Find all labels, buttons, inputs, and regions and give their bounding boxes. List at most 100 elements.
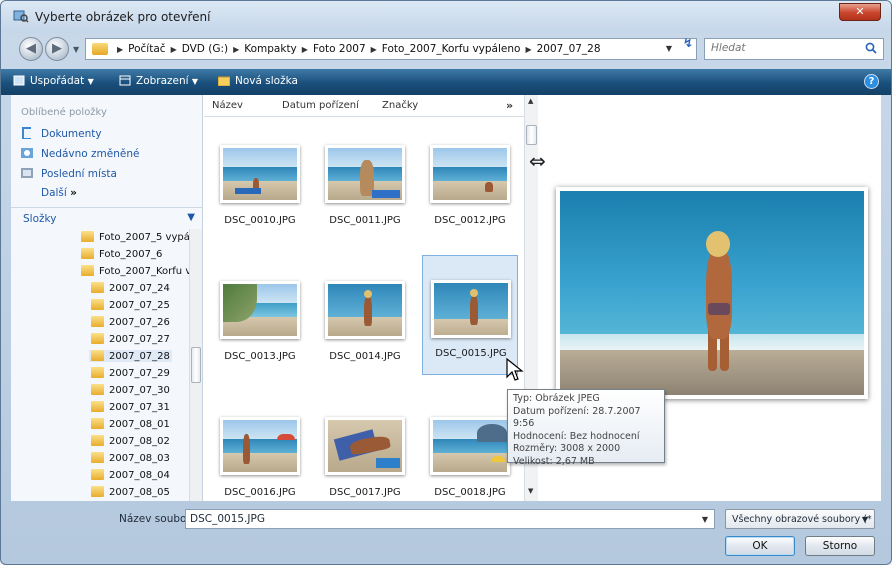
column-header: Název Datum pořízení Značky » [204,95,524,117]
filename-input[interactable]: DSC_0015.JPG ▼ [185,509,715,529]
folder-icon [91,469,104,480]
favorites-more-link[interactable]: Další » [41,187,77,199]
file-list-pane: Název Datum pořízení Značky » DSC_0010.J… [204,95,524,501]
tree-item[interactable]: 2007_08_05 [91,486,170,498]
favorite-documents[interactable]: Dokumenty [21,127,102,140]
breadcrumb-item[interactable]: DVD (G:) [182,43,228,55]
chevron-down-icon[interactable]: ▼ [187,212,195,223]
tree-item[interactable]: 2007_07_27 [91,333,170,345]
folder-icon [91,333,104,344]
open-image-dialog: Vyberte obrázek pro otevření ✕ ◀ ▶ ▼ ▶ Po… [0,0,892,565]
file-thumbnail[interactable]: DSC_0010.JPG [212,135,308,245]
dialog-content: Oblíbené položky Dokumenty Nedávno změně… [11,95,881,501]
new-folder-button[interactable]: Nová složka [218,75,298,87]
recent-places-icon [21,168,33,178]
thumbnail-image [430,145,510,203]
breadcrumb-separator-icon[interactable]: ▶ [371,45,377,54]
scroll-up-icon[interactable]: ▲ [528,97,533,105]
tree-item[interactable]: Foto_2007_6 [81,248,162,260]
thumbnail-image [325,281,405,339]
tree-item[interactable]: 2007_07_29 [91,367,170,379]
dialog-footer: Název souboru: DSC_0015.JPG ▼ Všechny ob… [1,501,891,564]
views-button[interactable]: Zobrazení ▼ [119,75,198,87]
tree-item[interactable]: 2007_07_26 [91,316,170,328]
tree-item-selected[interactable]: 2007_07_28 [89,350,172,362]
column-date[interactable]: Datum pořízení [282,100,359,111]
tree-item[interactable]: 2007_08_01 [91,418,170,430]
documents-icon [22,127,31,139]
search-input[interactable] [711,42,851,54]
file-name: DSC_0011.JPG [329,215,401,226]
thumbnail-image [325,417,405,475]
file-thumbnail[interactable]: DSC_0013.JPG [212,271,308,381]
help-icon[interactable]: ? [864,74,879,89]
search-box[interactable] [704,38,884,60]
tree-item[interactable]: 2007_08_04 [91,469,170,481]
scroll-thumb[interactable] [191,347,201,383]
folder-tree-scrollbar[interactable] [189,229,202,501]
recent-pages-dropdown-icon[interactable]: ▼ [73,45,79,54]
new-folder-label: Nová složka [235,75,298,87]
filter-value: Všechny obrazové soubory (* [732,514,872,525]
tree-item[interactable]: 2007_08_02 [91,435,170,447]
thumbnail-image [220,281,300,339]
breadcrumb-item[interactable]: Foto 2007 [313,43,366,55]
tooltip-size: Velikost: 2,67 MB [513,455,595,467]
tooltip-type: Typ: Obrázek JPEG [513,393,600,404]
forward-button[interactable]: ▶ [45,37,69,61]
thumbnail-image [325,145,405,203]
favorite-recently-changed[interactable]: Nedávno změněné [21,147,139,160]
file-name: DSC_0014.JPG [329,351,401,362]
window-title: Vyberte obrázek pro otevření [35,10,211,24]
file-thumbnail[interactable]: DSC_0012.JPG [422,135,518,245]
file-thumbnail[interactable]: DSC_0011.JPG [317,135,413,245]
file-thumbnail-selected[interactable]: DSC_0015.JPG [422,255,518,375]
tree-item[interactable]: 2007_07_24 [91,282,170,294]
address-row: ◀ ▶ ▼ ▶ Počítač ▶ DVD (G:) ▶ Kompakty ▶ Foto 20… [1,33,891,67]
folder-icon [91,282,104,293]
scroll-thumb[interactable] [526,125,537,145]
breadcrumb-item[interactable]: Kompakty [244,43,297,55]
scroll-down-icon[interactable]: ▼ [528,487,533,495]
file-name: DSC_0017.JPG [329,487,401,498]
thumbnail-image [220,417,300,475]
breadcrumb-separator-icon[interactable]: ▶ [302,45,308,54]
resize-horizontal-icon[interactable]: ⇔ [529,149,546,173]
back-button[interactable]: ◀ [19,37,43,61]
organize-button[interactable]: Uspořádat ▼ [13,75,94,87]
folders-heading[interactable]: Složky ▼ [11,207,203,227]
tree-item[interactable]: Foto_2007_Korfu v [81,265,189,277]
breadcrumb-item[interactable]: Počítač [128,43,165,55]
folder-icon [91,367,104,378]
column-name[interactable]: Název [212,100,243,111]
folder-icon [91,401,104,412]
more-columns[interactable]: » [506,99,513,112]
thumbnail-image [430,417,510,475]
breadcrumb-separator-icon[interactable]: ▶ [525,45,531,54]
address-bar[interactable]: ▶ Počítač ▶ DVD (G:) ▶ Kompakty ▶ Foto 2007 ▶ Fot… [85,38,697,60]
favorite-recent-places[interactable]: Poslední místa [21,167,117,180]
file-type-filter[interactable]: Všechny obrazové soubory (* ▼ [725,509,875,529]
close-button[interactable]: ✕ [839,3,881,21]
column-tags[interactable]: Značky [382,100,418,111]
breadcrumb-item[interactable]: 2007_07_28 [537,43,601,55]
ok-button[interactable]: OK [725,536,795,556]
search-icon[interactable] [865,42,877,54]
breadcrumb-separator-icon[interactable]: ▶ [171,45,177,54]
back-arrow-icon: ◀ [26,41,36,56]
breadcrumb: ▶ Počítač ▶ DVD (G:) ▶ Kompakty ▶ Foto 2007 ▶ Fot… [112,43,601,55]
breadcrumb-item[interactable]: Foto_2007_Korfu vypáleno [382,43,521,55]
favorite-label: Nedávno změněné [41,148,140,160]
tree-item[interactable]: Foto_2007_5 vypá ▲ [81,231,189,243]
tree-item[interactable]: 2007_07_25 [91,299,170,311]
cancel-button[interactable]: Storno [805,536,875,556]
tree-item[interactable]: 2007_07_31 [91,401,170,413]
address-dropdown-icon[interactable]: ▼ [666,44,672,53]
tree-item[interactable]: 2007_07_30 [91,384,170,396]
file-thumbnail[interactable]: DSC_0014.JPG [317,271,413,381]
filename-value: DSC_0015.JPG [190,513,265,525]
refresh-icon[interactable]: ↯ [679,36,697,52]
tree-item[interactable]: 2007_08_03 [91,452,170,464]
breadcrumb-separator-icon[interactable]: ▶ [233,45,239,54]
chevron-down-icon[interactable]: ▼ [702,515,708,524]
